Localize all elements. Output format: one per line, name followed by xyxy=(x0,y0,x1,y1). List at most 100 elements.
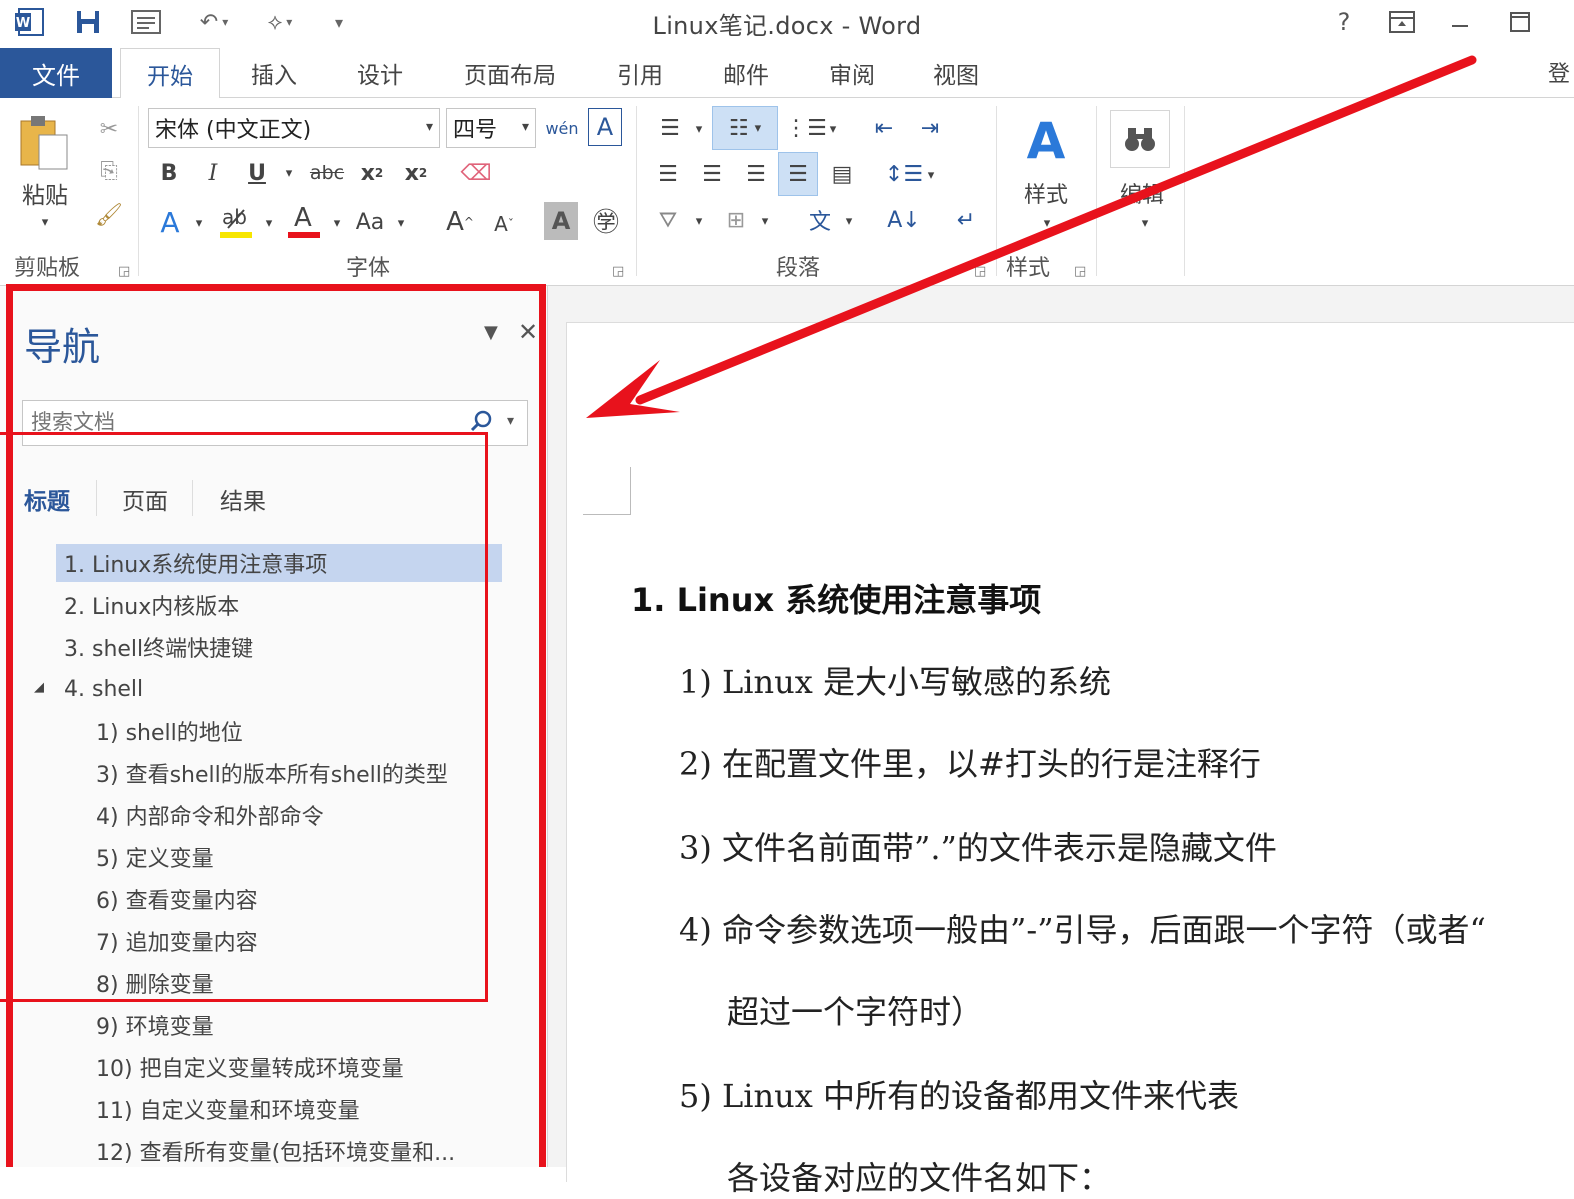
minimize-icon[interactable] xyxy=(1440,6,1480,38)
chinese-layout-dropdown-icon[interactable]: ▾ xyxy=(840,206,858,236)
tab-mailings[interactable]: 邮件 xyxy=(706,48,786,98)
tab-insert[interactable]: 插入 xyxy=(234,48,314,98)
subheading-item[interactable]: 9) 环境变量 xyxy=(96,1006,214,1044)
borders-icon[interactable]: ⊞ xyxy=(716,200,756,240)
styles-icon[interactable]: A xyxy=(1014,110,1078,172)
subheading-item[interactable]: 12) 查看所有变量(包括环境变量和... xyxy=(96,1132,455,1170)
tab-file[interactable]: 文件 xyxy=(0,48,112,98)
character-shading-icon[interactable]: A xyxy=(544,202,578,240)
search-input[interactable] xyxy=(29,401,449,443)
highlight-icon[interactable]: ab xyxy=(216,198,256,242)
document-list-item[interactable]: 3) 文件名前面带”.”的文件表示是隐藏文件 xyxy=(679,823,1277,869)
text-effects-icon[interactable]: A xyxy=(152,202,188,242)
document-list-item[interactable]: 5) Linux 中所有的设备都用文件来代表 xyxy=(679,1071,1239,1117)
italic-icon[interactable]: I xyxy=(196,154,230,192)
clipboard-launcher-icon[interactable]: ◲ xyxy=(118,264,130,279)
styles-dropdown-icon[interactable]: ▾ xyxy=(1032,212,1062,234)
align-right-icon[interactable]: ☰ xyxy=(736,154,776,194)
multilevel-list-icon[interactable]: ⋮☰ xyxy=(784,108,828,148)
format-painter-icon[interactable]: 🖌 xyxy=(90,198,128,232)
line-spacing-dropdown-icon[interactable]: ▾ xyxy=(922,160,940,190)
align-center-icon[interactable]: ☰ xyxy=(692,154,732,194)
underline-icon[interactable]: U xyxy=(240,154,274,192)
justify-icon[interactable]: ☰ xyxy=(778,152,818,196)
pane-options-icon[interactable]: ▼ xyxy=(484,322,498,343)
cut-icon[interactable]: ✂ xyxy=(90,112,128,146)
heading-item[interactable]: 1. Linux系统使用注意事项 xyxy=(56,544,502,582)
tab-pages[interactable]: 页面 xyxy=(122,482,168,516)
increase-indent-icon[interactable]: ⇥ xyxy=(910,108,950,148)
change-case-dropdown-icon[interactable]: ▾ xyxy=(390,208,412,238)
subscript-icon[interactable]: x2 xyxy=(352,154,392,192)
font-size-combo[interactable]: 四号 ▾ xyxy=(446,108,536,148)
sign-in-link[interactable]: 登 xyxy=(1548,56,1570,88)
subheading-item[interactable]: 3) 查看shell的版本所有shell的类型 xyxy=(96,754,448,792)
editing-dropdown-icon[interactable]: ▾ xyxy=(1130,212,1160,234)
document-list-item[interactable]: 4) 命令参数选项一般由”-”引导，后面跟一个字符（或者“ xyxy=(679,905,1486,951)
strikethrough-icon[interactable]: abc xyxy=(304,154,350,192)
subheading-item[interactable]: 5) 定义变量 xyxy=(96,838,214,876)
subheading-item[interactable]: 8) 删除变量 xyxy=(96,964,214,1002)
paste-icon[interactable] xyxy=(12,112,78,174)
document-page[interactable]: 1. Linux 系统使用注意事项 1) Linux 是大小写敏感的系统 2) … xyxy=(566,322,1574,1197)
editing-button-label[interactable]: 编辑 xyxy=(1110,176,1174,210)
bullets-icon[interactable]: ☰ xyxy=(648,108,692,148)
paste-dropdown-icon[interactable]: ▾ xyxy=(30,210,60,234)
tab-headings[interactable]: 标题 xyxy=(24,482,70,516)
tab-review[interactable]: 审阅 xyxy=(812,48,892,98)
document-area[interactable]: 1. Linux 系统使用注意事项 1) Linux 是大小写敏感的系统 2) … xyxy=(548,286,1574,1197)
highlight-dropdown-icon[interactable]: ▾ xyxy=(258,208,280,238)
paste-label[interactable]: 粘贴 xyxy=(12,176,78,210)
subheading-item[interactable]: 7) 追加变量内容 xyxy=(96,922,258,960)
text-effects-dropdown-icon[interactable]: ▾ xyxy=(188,208,210,238)
bullets-dropdown-icon[interactable]: ▾ xyxy=(690,114,708,144)
sort-icon[interactable]: A↓ xyxy=(884,200,924,240)
change-case-icon[interactable]: Aa xyxy=(350,202,390,242)
multilevel-list-dropdown-icon[interactable]: ▾ xyxy=(824,114,842,144)
paragraph-launcher-icon[interactable]: ◲ xyxy=(974,264,986,279)
tab-design[interactable]: 设计 xyxy=(340,48,420,98)
chevron-down-icon[interactable]: ▾ xyxy=(507,413,514,429)
subheading-item[interactable]: 4) 内部命令和外部命令 xyxy=(96,796,324,834)
ribbon-display-options-icon[interactable] xyxy=(1382,6,1422,38)
maximize-icon[interactable] xyxy=(1500,6,1540,38)
tab-results[interactable]: 结果 xyxy=(220,482,266,516)
chinese-layout-icon[interactable]: 文 xyxy=(800,200,840,240)
search-icon[interactable] xyxy=(469,409,493,439)
shading-icon[interactable]: ⛛ xyxy=(648,200,688,240)
show-hide-marks-icon[interactable]: ↵ xyxy=(946,200,986,240)
font-color-dropdown-icon[interactable]: ▾ xyxy=(326,208,348,238)
grow-font-icon[interactable]: A ^ xyxy=(440,202,480,242)
tab-page-layout[interactable]: 页面布局 xyxy=(448,48,572,98)
font-name-combo[interactable]: 宋体 (中文正文) ▾ xyxy=(148,108,440,148)
enclose-characters-icon[interactable]: ㊫ xyxy=(588,200,624,240)
collapse-triangle-icon[interactable]: ◢ xyxy=(34,680,44,695)
align-left-icon[interactable]: ☰ xyxy=(648,154,688,194)
shading-dropdown-icon[interactable]: ▾ xyxy=(690,206,708,236)
document-paragraph[interactable]: 各设备对应的文件名如下： xyxy=(727,1153,1111,1199)
subheading-item[interactable]: 11) 自定义变量和环境变量 xyxy=(96,1090,360,1128)
binoculars-icon[interactable] xyxy=(1110,110,1170,168)
superscript-icon[interactable]: x2 xyxy=(396,154,436,192)
document-heading[interactable]: 1. Linux 系统使用注意事项 xyxy=(631,575,1041,621)
underline-dropdown-icon[interactable]: ▾ xyxy=(276,158,302,188)
clear-formatting-icon[interactable]: ⌫ xyxy=(456,154,496,192)
heading-item[interactable]: 3. shell终端快捷键 xyxy=(64,628,253,666)
tab-references[interactable]: 引用 xyxy=(600,48,680,98)
document-list-continuation[interactable]: 超过一个字符时） xyxy=(727,987,983,1033)
subheading-item[interactable]: 1) shell的地位 xyxy=(96,712,243,750)
shrink-font-icon[interactable]: Aˇ xyxy=(484,204,524,244)
decrease-indent-icon[interactable]: ⇤ xyxy=(864,108,904,148)
copy-icon[interactable]: ⎘ xyxy=(90,154,128,188)
numbering-icon[interactable]: ☷ ▾ xyxy=(712,106,778,150)
styles-launcher-icon[interactable]: ◲ xyxy=(1074,264,1086,279)
close-icon[interactable]: ✕ xyxy=(518,318,538,346)
tab-home[interactable]: 开始 xyxy=(120,48,220,99)
line-spacing-icon[interactable]: ↕☰ xyxy=(884,154,924,194)
tab-view[interactable]: 视图 xyxy=(916,48,996,98)
subheading-item[interactable]: 6) 查看变量内容 xyxy=(96,880,258,918)
heading-item[interactable]: 4. shell xyxy=(64,670,143,708)
help-button[interactable]: ? xyxy=(1324,6,1364,38)
subheading-item[interactable]: 10) 把自定义变量转成环境变量 xyxy=(96,1048,404,1086)
font-color-icon[interactable]: A xyxy=(284,198,324,242)
